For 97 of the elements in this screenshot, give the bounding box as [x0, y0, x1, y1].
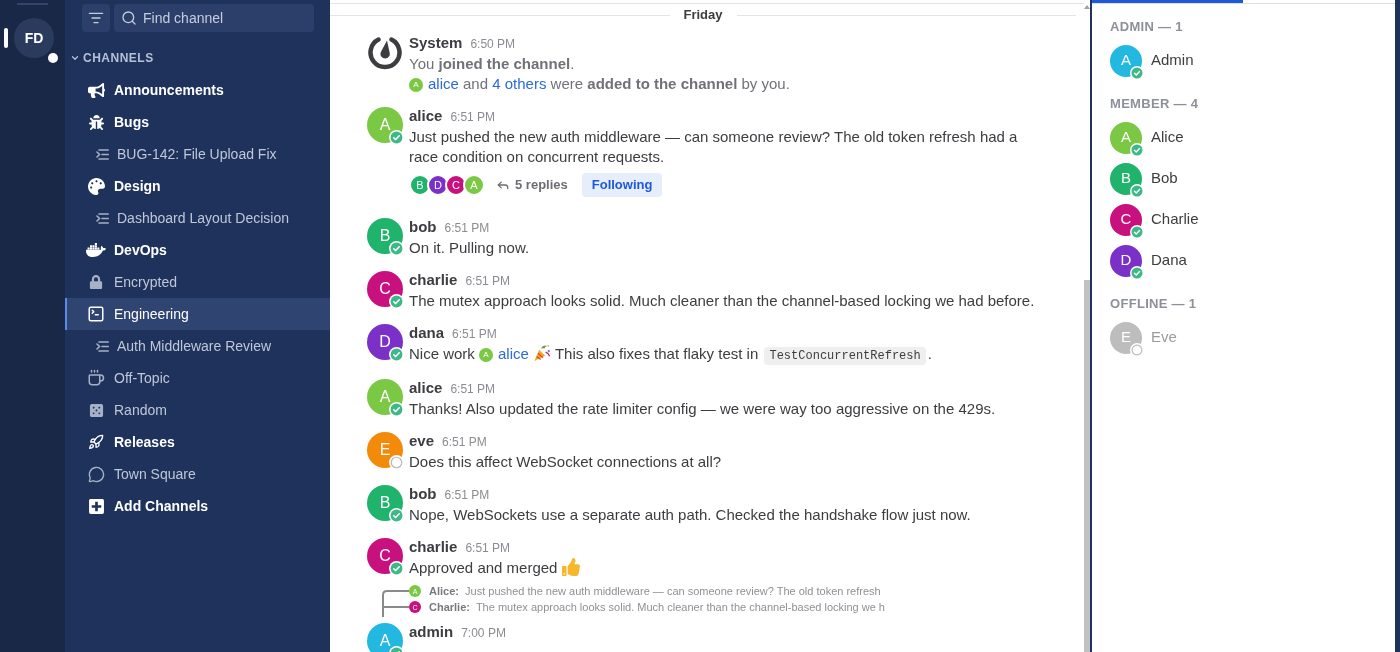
chevron-down-icon: [70, 53, 80, 63]
channel-item[interactable]: Off-Topic: [65, 362, 330, 394]
user-avatar: A: [409, 78, 423, 93]
member-name[interactable]: Dana: [1151, 249, 1187, 272]
replies-button[interactable]: 5 replies: [496, 175, 568, 195]
participant-avatar: C: [445, 174, 467, 196]
message-text: Nice work A alice This also fixes that flaky test in TestConcurrentRefresh .: [409, 344, 933, 366]
member-name[interactable]: Bob: [1151, 167, 1178, 190]
megaphone-icon: [87, 81, 105, 99]
rocket-icon: [88, 434, 104, 450]
indented-list-icon: [96, 212, 109, 224]
channel-item[interactable]: Announcements: [65, 74, 330, 106]
thread-item[interactable]: Auth Middleware Review: [65, 330, 330, 362]
channel-item[interactable]: Engineering: [65, 298, 330, 330]
member-group-heading: OFFLINE — 1: [1110, 295, 1198, 313]
channel-item[interactable]: Random: [65, 394, 330, 426]
indented-list-icon: [96, 148, 109, 160]
channel-item[interactable]: Encrypted: [65, 266, 330, 298]
message-time[interactable]: 6:51 PM: [465, 537, 511, 559]
message-time[interactable]: 6:51 PM: [444, 217, 490, 239]
reply-icon: [496, 178, 510, 192]
indented-list-icon: [96, 340, 109, 352]
scroll-up-arrow-icon[interactable]: [1084, 5, 1090, 9]
channel-item[interactable]: DevOps: [65, 234, 330, 266]
search-field[interactable]: Find channel: [114, 4, 314, 32]
filter-icon: [88, 10, 104, 26]
reply-preview-text[interactable]: Charlie: The mutex approach looks solid. Much cleaner than the channel-based locking we h: [429, 598, 885, 616]
member-name[interactable]: Admin: [1151, 49, 1194, 72]
member-group-heading: ADMIN — 1: [1110, 18, 1184, 36]
message-time[interactable]: 6:51 PM: [452, 323, 497, 345]
channels-section-header[interactable]: CHANNELS: [65, 42, 330, 74]
message-text: On it. Pulling now.: [409, 238, 531, 258]
message-time[interactable]: 6:51 PM: [450, 378, 496, 400]
message-time[interactable]: 6:51 PM: [465, 270, 511, 292]
message-text: A alice and 4 others were added to the channel by you.: [409, 74, 1050, 94]
coffee-cup-icon: [87, 369, 105, 387]
palette-icon: [87, 177, 105, 195]
author-name[interactable]: alice: [409, 377, 443, 399]
party-popper-icon: [532, 344, 551, 362]
system-logo-icon: [367, 34, 403, 70]
speech-bubble-icon: [87, 465, 105, 483]
message-text: Thanks! Also updated the rate limiter config — we were way too aggressive on the 429s.: [409, 399, 997, 419]
member-group-heading: MEMBER — 4: [1110, 95, 1200, 113]
search-icon: [121, 10, 137, 26]
team-button[interactable]: FD: [14, 18, 54, 58]
thread-item[interactable]: Dashboard Layout Decision: [65, 202, 330, 234]
reply-preview-text[interactable]: Alice: Just pushed the new auth middleware — can someone review? The old token refresh: [429, 582, 881, 600]
participant-avatar: A: [463, 174, 485, 196]
author-name[interactable]: admin: [409, 621, 454, 643]
following-button[interactable]: Following: [581, 173, 663, 197]
dice-icon: [88, 402, 104, 418]
channel-item[interactable]: Town Square: [65, 458, 330, 490]
thread-item[interactable]: BUG-142: File Upload Fix: [65, 138, 330, 170]
others-link[interactable]: 4 others: [492, 75, 547, 92]
message-text: Does this affect WebSocket connections at all?: [409, 452, 723, 472]
scrollbar-thumb[interactable]: [1084, 280, 1090, 652]
mention-link[interactable]: alice: [498, 345, 529, 362]
message-time[interactable]: 6:51 PM: [444, 484, 490, 506]
date-separator: Friday: [682, 6, 724, 25]
terminal-icon: [87, 305, 105, 323]
whale-icon: [86, 240, 106, 260]
lock-icon: [89, 275, 103, 289]
message-time[interactable]: 6:51 PM: [442, 431, 487, 453]
author-name[interactable]: eve: [409, 430, 435, 452]
participant-avatar: D: [427, 174, 449, 196]
message-text: The mutex approach looks solid. Much cleaner than the channel-based locking we had before.: [409, 291, 1036, 311]
mention-link[interactable]: alice: [428, 75, 459, 92]
participant-avatar: B: [409, 174, 431, 196]
member-name[interactable]: Alice: [1151, 126, 1184, 149]
member-name[interactable]: Charlie: [1151, 208, 1199, 231]
author-name[interactable]: System: [409, 32, 463, 54]
user-avatar: A: [479, 348, 493, 363]
message-text: Approved and merged: [409, 558, 1050, 578]
bug-icon: [88, 114, 104, 130]
author-name[interactable]: charlie: [409, 269, 458, 291]
author-name[interactable]: dana: [409, 322, 444, 344]
channel-item[interactable]: Design: [65, 170, 330, 202]
message-text: Just pushed the new auth middleware — can someone review? The old token refresh had a race condition on concurrent requests.: [409, 127, 1019, 167]
inline-code: TestConcurrentRefresh: [764, 347, 926, 365]
author-name[interactable]: bob: [409, 216, 437, 238]
author-name[interactable]: alice: [409, 105, 443, 127]
author-name[interactable]: charlie: [409, 536, 458, 558]
author-name[interactable]: bob: [409, 483, 437, 505]
message-time[interactable]: 7:00 PM: [461, 622, 506, 644]
add-channels-button[interactable]: Add Channels: [65, 490, 330, 522]
reply-connector-line: [382, 590, 409, 617]
filter-button[interactable]: [82, 4, 110, 32]
message-time[interactable]: 6:50 PM: [470, 33, 516, 55]
user-avatar[interactable]: C: [1110, 203, 1142, 236]
add-icon: [87, 497, 105, 515]
message-text: You joined the channel.: [409, 54, 576, 74]
channel-item[interactable]: Bugs: [65, 106, 330, 138]
thumbs-up-icon: [562, 558, 581, 576]
message-time[interactable]: 6:51 PM: [450, 106, 496, 128]
message-text: Nope, WebSockets use a separate auth path. Checked the handshake flow just now.: [409, 505, 972, 525]
channel-item[interactable]: Releases: [65, 426, 330, 458]
user-avatar[interactable]: D: [1110, 244, 1142, 277]
